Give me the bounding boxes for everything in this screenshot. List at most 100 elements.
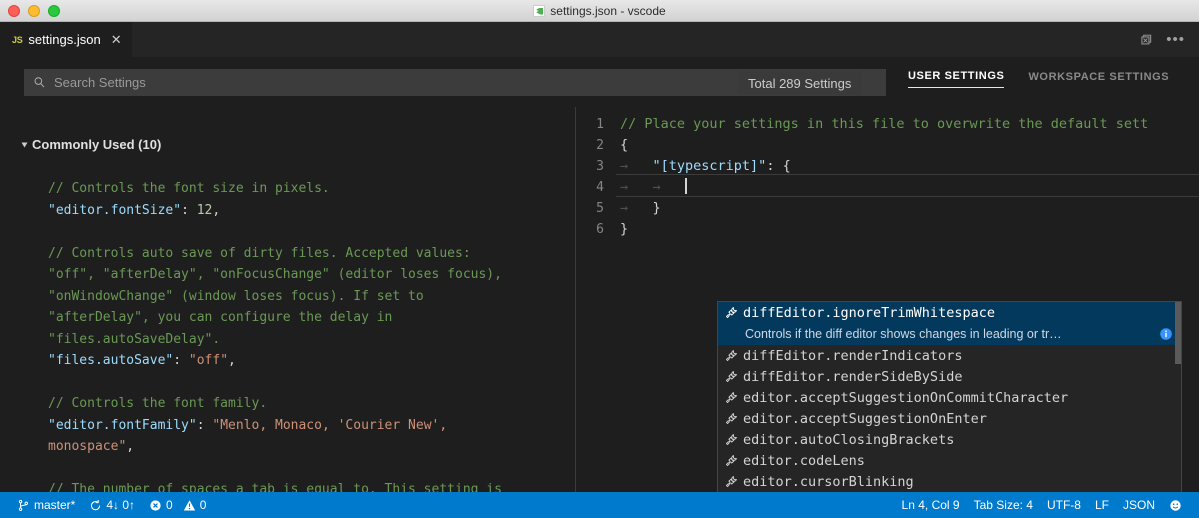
suggestion-item[interactable]: editor.cursorBlinking [718, 471, 1181, 492]
close-window-button[interactable] [8, 5, 20, 17]
suggestion-widget[interactable]: diffEditor.ignoreTrimWhitespace Controls … [717, 301, 1182, 492]
info-icon[interactable] [1153, 327, 1173, 341]
code-token: "onWindowChange" (window loses focus). I… [48, 289, 424, 304]
editor-scrollbar[interactable] [1189, 107, 1199, 492]
code-token: "afterDelay", you can configure the dela… [48, 310, 392, 325]
status-branch[interactable]: master* [10, 492, 82, 518]
code-token: 12 [197, 203, 213, 218]
tab-workspace-settings[interactable]: WORKSPACE SETTINGS [1028, 71, 1169, 88]
split-editor-icon[interactable] [1138, 33, 1152, 47]
suggestion-label: diffEditor.ignoreTrimWhitespace [740, 305, 995, 321]
settings-scope-tabs: USER SETTINGS WORKSPACE SETTINGS [908, 70, 1169, 88]
code-token: : [173, 353, 189, 368]
code-token: } [620, 221, 628, 237]
wrench-icon [723, 432, 740, 447]
suggestion-item[interactable]: diffEditor.renderSideBySide [718, 366, 1181, 387]
suggestion-label: editor.cursorBlinking [740, 474, 914, 490]
code-token: // Controls the font size in pixels. [48, 181, 330, 196]
code-line: "editor.fontSize": 12, [48, 200, 575, 222]
line-number: 1 [576, 114, 620, 135]
code-line: "afterDelay", you can configure the dela… [48, 307, 575, 329]
editor-tab-bar: JS settings.json ✕ ••• [0, 22, 1199, 57]
chevron-down-icon [22, 142, 28, 147]
code-line [48, 458, 575, 480]
editor-line-content: // Place your settings in this file to o… [620, 114, 1199, 135]
line-number: 6 [576, 219, 620, 240]
line-number: 3 [576, 156, 620, 177]
window-title-area: settings.json - vscode [0, 4, 1199, 18]
more-actions-icon[interactable]: ••• [1166, 36, 1185, 44]
sync-counts: 4↓ 0↑ [106, 498, 135, 512]
status-cursor-position[interactable]: Ln 4, Col 9 [895, 492, 967, 518]
default-settings-pane[interactable]: Commonly Used (10) // Controls the font … [0, 107, 575, 492]
status-problems[interactable]: 0 0 [142, 492, 213, 518]
code-token: // Place your settings in this file to o… [620, 116, 1148, 132]
editor-actions: ••• [1138, 22, 1199, 57]
code-token: "off" [189, 353, 228, 368]
search-icon [24, 76, 54, 89]
editor-line-content: } [620, 219, 1199, 240]
group-commonly-used[interactable]: Commonly Used (10) [0, 107, 575, 152]
suggestion-scrollbar-thumb[interactable] [1175, 302, 1181, 364]
minimize-window-button[interactable] [28, 5, 40, 17]
suggestion-item[interactable]: diffEditor.ignoreTrimWhitespace [718, 302, 1181, 323]
line-number: 4 [576, 177, 620, 198]
code-line: // Controls auto save of dirty files. Ac… [48, 243, 575, 265]
tab-settings-json[interactable]: JS settings.json ✕ [0, 22, 133, 57]
error-icon [149, 499, 162, 512]
editor-line[interactable]: 6} [576, 219, 1199, 240]
status-eol[interactable]: LF [1088, 492, 1116, 518]
status-language-mode[interactable]: JSON [1116, 492, 1162, 518]
code-line: // Controls the font family. [48, 393, 575, 415]
editor-line[interactable]: 2{ [576, 135, 1199, 156]
code-line: "off", "afterDelay", "onFocusChange" (ed… [48, 264, 575, 286]
suggestion-label: editor.autoClosingBrackets [740, 432, 954, 448]
status-tab-size[interactable]: Tab Size: 4 [967, 492, 1040, 518]
code-token: "off", "afterDelay", "onFocusChange" (ed… [48, 267, 502, 282]
editor-line[interactable]: 1// Place your settings in this file to … [576, 114, 1199, 135]
wrench-icon [723, 411, 740, 426]
suggestion-detail-text: Controls if the diff editor shows change… [745, 327, 1153, 341]
suggestion-detail: Controls if the diff editor shows change… [718, 323, 1181, 345]
code-line: // Controls the font size in pixels. [48, 178, 575, 200]
code-token: // Controls the font family. [48, 396, 267, 411]
suggestion-item[interactable]: editor.codeLens [718, 450, 1181, 471]
close-icon[interactable]: ✕ [111, 33, 122, 46]
title-bar: settings.json - vscode [0, 0, 1199, 22]
suggestion-item[interactable]: diffEditor.renderIndicators [718, 345, 1181, 366]
code-line [48, 372, 575, 394]
code-token: "[typescript]" [653, 158, 767, 174]
code-token: → → [620, 179, 685, 195]
group-title: Commonly Used (10) [32, 137, 161, 152]
code-token: { [620, 137, 628, 153]
suggestion-label: editor.codeLens [740, 453, 865, 469]
maximize-window-button[interactable] [48, 5, 60, 17]
suggestion-item[interactable]: editor.acceptSuggestionOnCommitCharacter [718, 387, 1181, 408]
code-token: "editor.fontFamily" [48, 418, 197, 433]
window-title: settings.json - vscode [550, 4, 665, 18]
status-sync[interactable]: 4↓ 0↑ [82, 492, 142, 518]
suggestion-label: editor.acceptSuggestionOnCommitCharacter [740, 390, 1068, 406]
settings-body: Commonly Used (10) // Controls the font … [0, 107, 1199, 492]
wrench-icon [723, 474, 740, 489]
smiley-icon[interactable] [1162, 492, 1189, 518]
wrench-icon [723, 305, 740, 320]
suggestion-item[interactable]: editor.autoClosingBrackets [718, 429, 1181, 450]
editor-line[interactable]: 4→ → [576, 177, 1199, 198]
tab-user-settings[interactable]: USER SETTINGS [908, 70, 1004, 88]
branch-name: master* [34, 498, 75, 512]
suggestion-item[interactable]: editor.acceptSuggestionOnEnter [718, 408, 1181, 429]
tab-label: settings.json [28, 32, 100, 47]
editor-line[interactable]: 5→ } [576, 198, 1199, 219]
status-encoding[interactable]: UTF-8 [1040, 492, 1088, 518]
status-bar-left: master* 4↓ 0↑ 0 [0, 492, 213, 518]
code-line: "onWindowChange" (window loses focus). I… [48, 286, 575, 308]
editor-line[interactable]: 3→ "[typescript]": { [576, 156, 1199, 177]
source-control-icon [17, 499, 30, 512]
suggestion-scrollbar[interactable] [1175, 302, 1181, 492]
editor-line-content: → "[typescript]": { [620, 156, 1199, 177]
wrench-icon [723, 453, 740, 468]
code-token: : [197, 418, 213, 433]
line-number: 2 [576, 135, 620, 156]
code-line: "editor.fontFamily": "Menlo, Monaco, 'Co… [48, 415, 575, 437]
